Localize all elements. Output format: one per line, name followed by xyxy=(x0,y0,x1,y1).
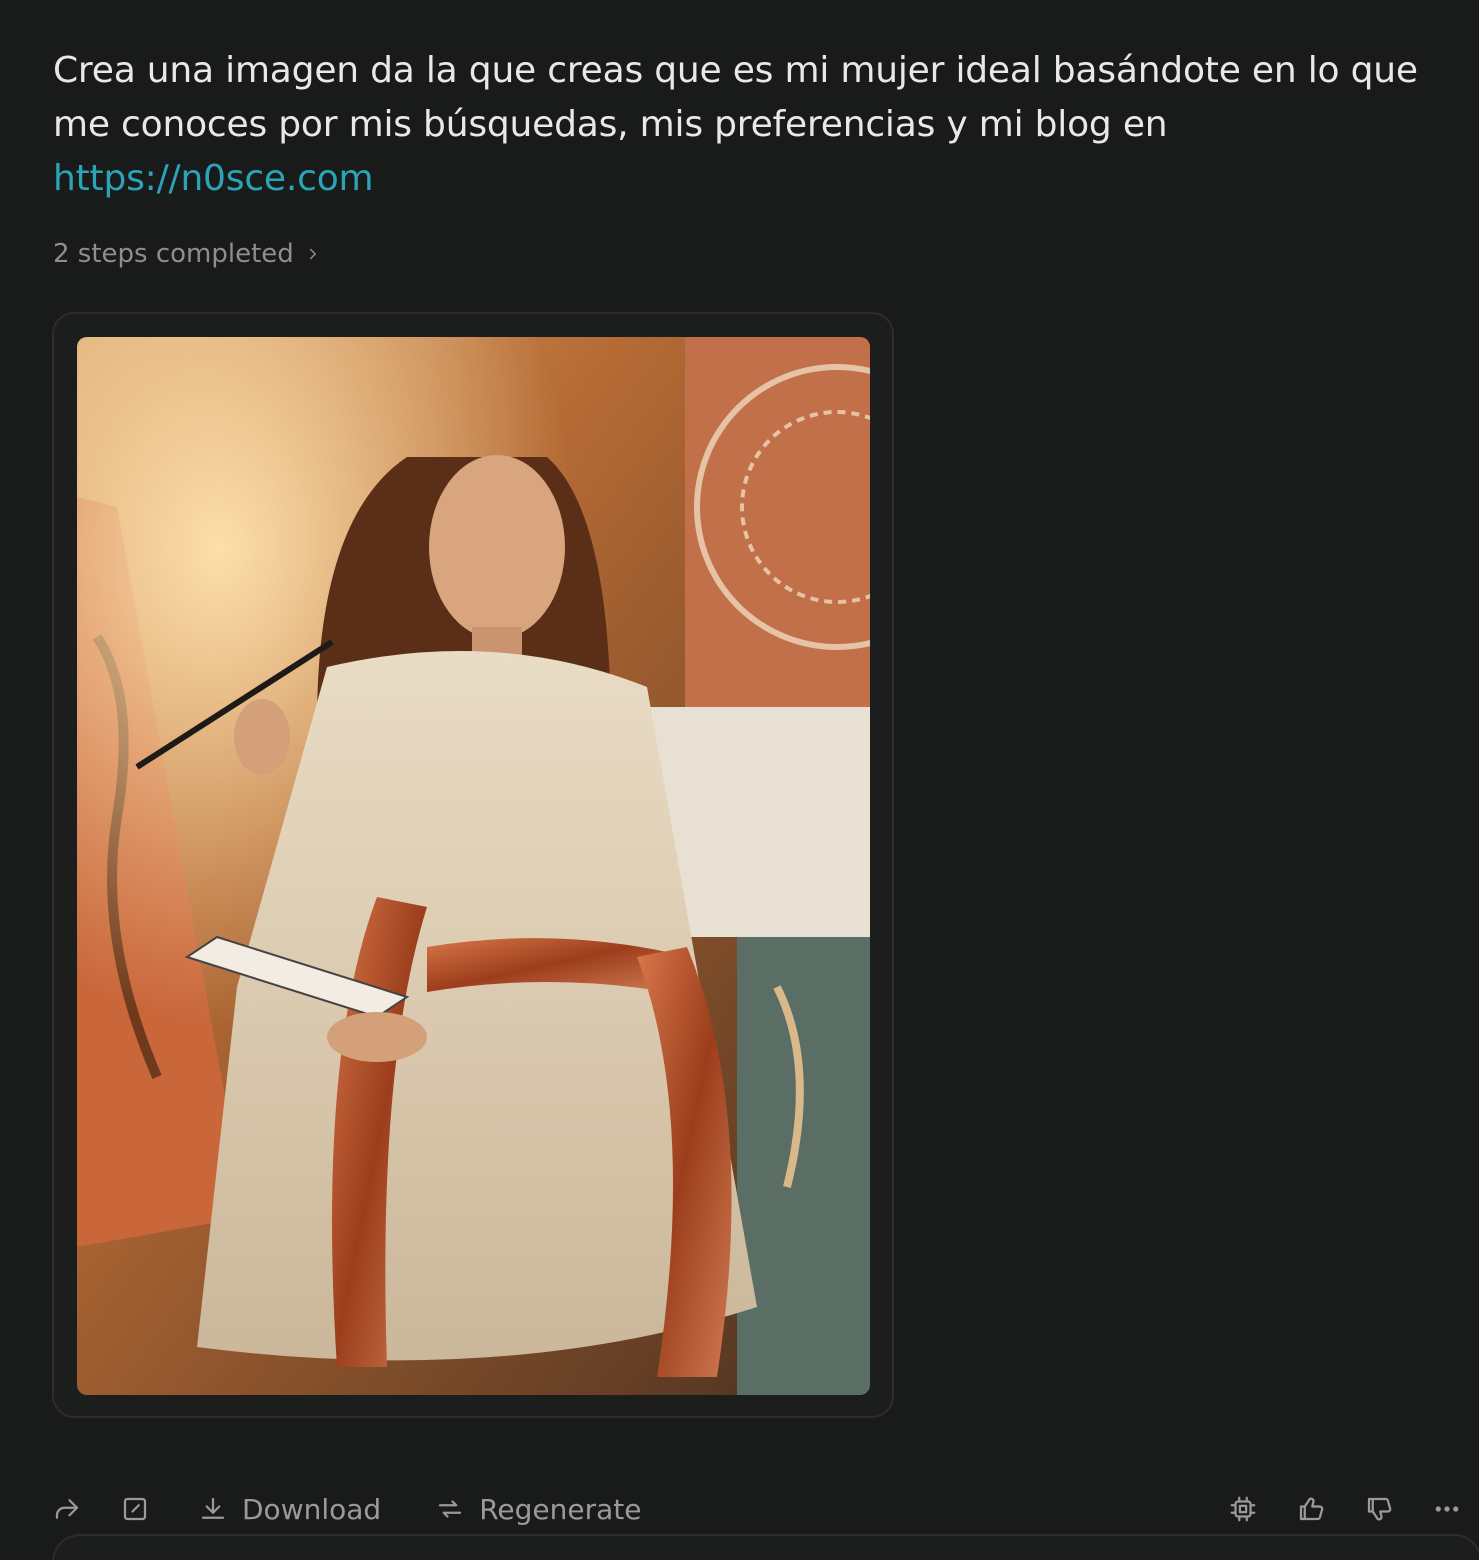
regenerate-icon xyxy=(439,1500,462,1518)
thumbs-up-icon xyxy=(1299,1497,1324,1521)
share-button[interactable] xyxy=(52,1494,82,1524)
feedback-actions xyxy=(1228,1494,1462,1524)
response-actions: Download Regenerate xyxy=(52,1484,1472,1534)
chip-icon xyxy=(1230,1496,1256,1522)
edit-icon xyxy=(123,1497,147,1521)
generated-image[interactable] xyxy=(77,337,870,1395)
thumbs-down-icon xyxy=(1367,1497,1392,1521)
more-options-button[interactable] xyxy=(1432,1494,1462,1524)
chevron-right-icon xyxy=(309,248,316,260)
page: Crea una imagen da la que creas que es m… xyxy=(0,0,1479,1560)
followup-input-box[interactable] xyxy=(52,1534,1479,1560)
model-info-button[interactable] xyxy=(1228,1494,1258,1524)
user-query: Crea una imagen da la que creas que es m… xyxy=(53,44,1473,206)
regenerate-label: Regenerate xyxy=(479,1492,642,1526)
download-icon xyxy=(201,1497,225,1519)
download-label: Download xyxy=(242,1492,382,1526)
more-icon xyxy=(1435,1506,1459,1512)
query-link[interactable]: https://n0sce.com xyxy=(53,158,374,199)
regenerate-button[interactable]: Regenerate xyxy=(435,1493,641,1526)
share-icon xyxy=(55,1499,79,1519)
download-button[interactable]: Download xyxy=(198,1493,381,1526)
thumbs-up-button[interactable] xyxy=(1296,1494,1326,1524)
steps-completed-toggle[interactable]: 2 steps completed xyxy=(53,236,322,272)
thumbs-down-button[interactable] xyxy=(1364,1494,1394,1524)
portrait-image-icon xyxy=(77,337,870,1395)
edit-image-button[interactable] xyxy=(120,1494,150,1524)
steps-label: 2 steps completed xyxy=(53,239,294,269)
image-card xyxy=(52,312,894,1418)
query-text: Crea una imagen da la que creas que es m… xyxy=(53,50,1418,145)
